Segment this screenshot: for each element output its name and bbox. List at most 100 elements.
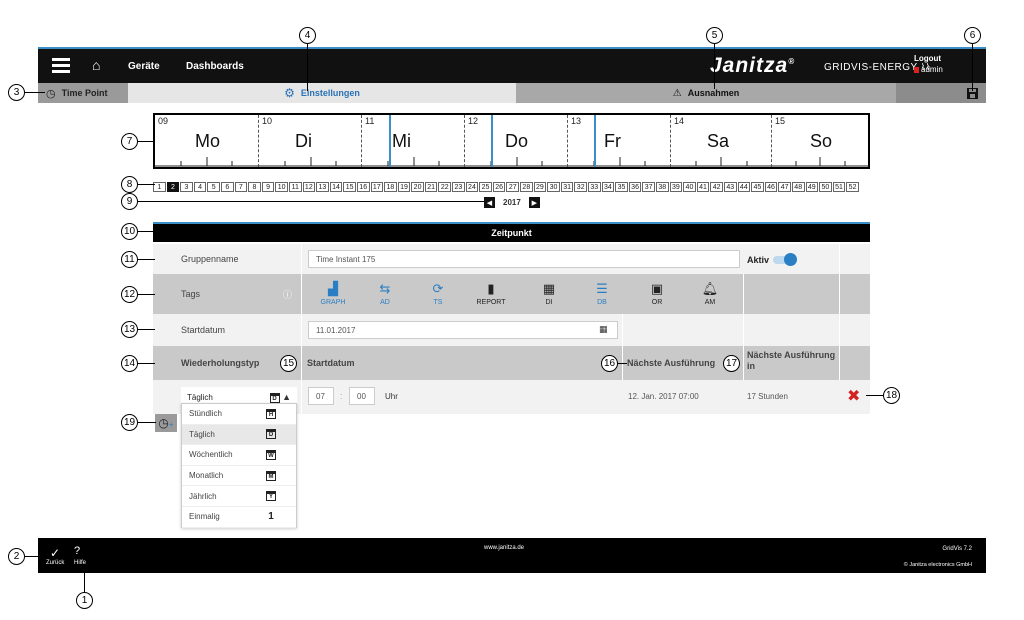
back-button[interactable]: Zurück [46,560,64,566]
week-button[interactable]: 13 [316,182,329,192]
week-button[interactable]: 33 [588,182,601,192]
week-button[interactable]: 18 [384,182,397,192]
week-button[interactable]: 10 [275,182,288,192]
menu-icon[interactable] [52,58,70,73]
week-button[interactable]: 40 [683,182,696,192]
time-point-marker[interactable] [491,115,493,167]
tag-or[interactable]: ▣ OR [635,281,679,306]
week-button[interactable]: 41 [696,182,710,192]
day-friday[interactable]: 13 Fr [567,115,671,167]
week-button[interactable]: 3 [180,182,193,192]
week-button[interactable]: 36 [628,182,642,192]
time-point-marker[interactable] [594,115,596,167]
week-button[interactable]: 35 [615,182,628,192]
group-name-input[interactable]: Time Instant 175 [308,250,740,268]
help-icon[interactable]: ⓘ [283,288,292,301]
start-date-input[interactable]: 11.01.2017 [308,321,618,339]
tag-ts[interactable]: ⟳ TS [416,281,460,306]
day-saturday[interactable]: 14 Sa [670,115,772,167]
day-sunday[interactable]: 15 So [771,115,869,167]
week-button[interactable]: 15 [343,182,356,192]
tag-am[interactable]: 🔔︎ AM [688,281,732,306]
tag-db[interactable]: ☰ DB [580,281,624,306]
next-year-button[interactable]: ▶ [528,197,540,208]
week-button[interactable]: 26 [492,182,506,192]
week-button[interactable]: 28 [520,182,533,192]
week-button[interactable]: 17 [370,182,384,192]
week-button[interactable]: 8 [248,182,261,192]
week-button[interactable]: 51 [832,182,846,192]
week-button[interactable]: 21 [424,182,438,192]
day-monday[interactable]: 09 Mo [155,115,258,167]
dropdown-option[interactable]: Wöchentlich W [182,445,296,466]
tag-report[interactable]: ▮ REPORT [469,281,513,306]
week-button[interactable]: 34 [601,182,615,192]
day-wednesday[interactable]: 11 Mi [361,115,465,167]
week-button[interactable]: 42 [710,182,723,192]
add-schedule-button[interactable]: ◷+ [155,414,177,432]
back-icon[interactable]: ✓ [50,546,60,560]
week-button[interactable]: 29 [533,182,547,192]
week-button[interactable]: 19 [397,182,411,192]
week-button[interactable]: 25 [479,182,492,192]
week-button[interactable]: 9 [261,182,275,192]
active-toggle[interactable] [773,253,797,266]
logout-link[interactable]: Logout [914,54,941,63]
delete-icon[interactable]: ✖ [847,386,860,406]
week-button[interactable]: 2 [166,182,180,192]
home-icon[interactable]: ⌂ [92,57,100,73]
tab-time-point[interactable]: ◷ Time Point [38,83,128,103]
week-button[interactable]: 4 [193,182,207,192]
nav-geraete[interactable]: Geräte [128,61,160,72]
day-tuesday[interactable]: 10 Di [258,115,362,167]
footer-url[interactable]: www.janitza.de [484,545,524,551]
dropdown-option[interactable]: Einmalig 1 [182,507,296,528]
dropdown-option[interactable]: Täglich D [182,424,296,446]
week-button[interactable]: 31 [560,182,574,192]
week-button[interactable]: 44 [737,182,751,192]
dropdown-option[interactable]: Stündlich H [182,404,296,425]
week-button[interactable]: 50 [819,182,832,192]
help-circle-icon[interactable]: ? [74,545,80,557]
dropdown-option[interactable]: Jährlich Y [182,486,296,507]
week-button[interactable]: 24 [465,182,479,192]
calendar-icon[interactable]: ▦ [599,324,608,335]
tab-ausnahmen[interactable]: ⚠ Ausnahmen [516,83,896,103]
week-button[interactable]: 12 [302,182,316,192]
week-button[interactable]: 47 [778,182,791,192]
time-point-marker[interactable] [389,115,391,167]
week-button[interactable]: 6 [220,182,234,192]
tag-graph[interactable]: ▟ GRAPH [311,281,355,306]
week-button[interactable]: 32 [574,182,587,192]
week-button[interactable]: 46 [764,182,778,192]
week-button[interactable]: 11 [288,182,302,192]
week-button[interactable]: 49 [805,182,819,192]
prev-year-button[interactable]: ◀ [484,197,495,208]
week-timeline[interactable]: 09 Mo 10 Di 11 Mi 12 Do 13 Fr 14 Sa 15 S… [153,113,870,169]
week-button[interactable]: 22 [438,182,452,192]
week-button[interactable]: 48 [791,182,805,192]
week-button[interactable]: 23 [452,182,465,192]
help-button[interactable]: Hilfe [74,560,86,566]
tab-einstellungen[interactable]: ⚙ Einstellungen [128,83,516,103]
week-button[interactable]: 16 [356,182,370,192]
week-button[interactable]: 43 [723,182,737,192]
week-button[interactable]: 39 [669,182,683,192]
week-button[interactable]: 7 [234,182,248,192]
nav-dashboards[interactable]: Dashboards [186,61,244,72]
week-button[interactable]: 14 [329,182,343,192]
dropdown-option[interactable]: Monatlich M [182,466,296,487]
week-button[interactable]: 30 [547,182,560,192]
week-button[interactable]: 20 [411,182,424,192]
day-thursday[interactable]: 12 Do [464,115,568,167]
tag-ad[interactable]: ⇆ AD [363,281,407,306]
week-button[interactable]: 45 [751,182,764,192]
week-button[interactable]: 27 [506,182,520,192]
week-button[interactable]: 52 [846,182,859,192]
week-button[interactable]: 37 [642,182,655,192]
minute-input[interactable]: 00 [349,387,375,405]
week-button[interactable]: 5 [207,182,220,192]
hour-input[interactable]: 07 [308,387,334,405]
tag-di[interactable]: ▦ DI [527,281,571,306]
week-button[interactable]: 38 [655,182,669,192]
